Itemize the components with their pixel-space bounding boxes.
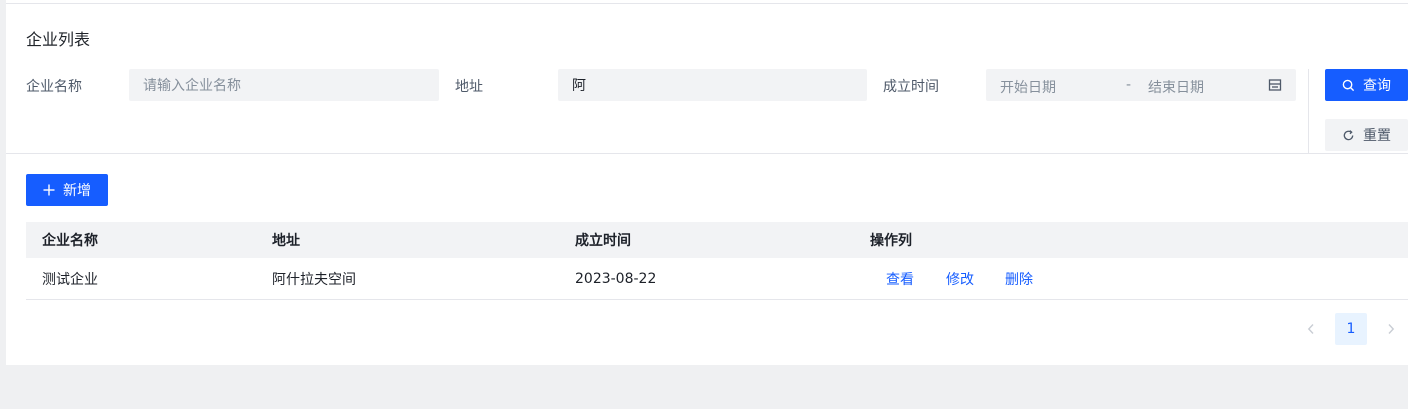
add-button[interactable]: 新增 — [26, 174, 108, 206]
column-header-address: 地址 — [272, 233, 300, 249]
search-button-label: 查询 — [1363, 78, 1391, 94]
refresh-icon — [1343, 129, 1354, 140]
column-header-company-name: 企业名称 — [42, 233, 98, 249]
company-name-placeholder: 请输入企业名称 — [143, 78, 241, 94]
column-header-actions: 操作列 — [870, 233, 912, 249]
start-date-placeholder: 开始日期 — [1000, 80, 1056, 96]
top-divider — [6, 3, 1408, 4]
table-header: 企业名称 地址 成立时间 操作列 — [26, 222, 1408, 258]
edit-link[interactable]: 修改 — [946, 258, 974, 299]
founded-date-label: 成立时间 — [883, 79, 939, 95]
filter-actions-divider — [1308, 69, 1309, 153]
delete-link[interactable]: 删除 — [1005, 258, 1033, 299]
next-page-button[interactable] — [1375, 313, 1407, 345]
company-name-input[interactable]: 请输入企业名称 — [129, 69, 439, 101]
address-input[interactable]: 阿 — [558, 69, 867, 101]
filter-divider — [6, 153, 1408, 154]
main-card: 企业列表 企业名称 请输入企业名称 地址 阿 成立时间 开始日期 - 结束日期 … — [6, 0, 1408, 365]
founded-date-range-picker[interactable]: 开始日期 - 结束日期 — [986, 69, 1296, 101]
page-button-current[interactable]: 1 — [1335, 313, 1367, 345]
search-icon — [1342, 79, 1355, 91]
chevron-left-icon — [1307, 324, 1314, 334]
reset-button[interactable]: 重置 — [1325, 119, 1408, 151]
prev-page-button[interactable] — [1295, 313, 1327, 345]
end-date-placeholder: 结束日期 — [1148, 80, 1204, 96]
address-input-value: 阿 — [572, 78, 586, 94]
cell-address: 阿什拉夫空间 — [272, 271, 356, 288]
page-title: 企业列表 — [26, 30, 91, 49]
plus-icon — [43, 184, 55, 196]
calendar-icon — [1268, 79, 1282, 91]
company-table: 企业名称 地址 成立时间 操作列 测试企业 阿什拉夫空间 2023-08-22 … — [26, 222, 1408, 300]
add-button-label: 新增 — [63, 183, 91, 199]
search-button[interactable]: 查询 — [1325, 69, 1408, 101]
chevron-right-icon — [1388, 324, 1395, 334]
address-label: 地址 — [455, 79, 483, 95]
date-range-separator: - — [1126, 77, 1132, 93]
table-row: 测试企业 阿什拉夫空间 2023-08-22 查看 修改 删除 — [26, 258, 1408, 300]
cell-company-name: 测试企业 — [42, 271, 98, 288]
column-header-founded-date: 成立时间 — [575, 233, 631, 249]
cell-founded-date: 2023-08-22 — [575, 270, 657, 287]
reset-button-label: 重置 — [1363, 128, 1391, 144]
view-link[interactable]: 查看 — [886, 258, 914, 299]
company-name-label: 企业名称 — [26, 79, 82, 95]
